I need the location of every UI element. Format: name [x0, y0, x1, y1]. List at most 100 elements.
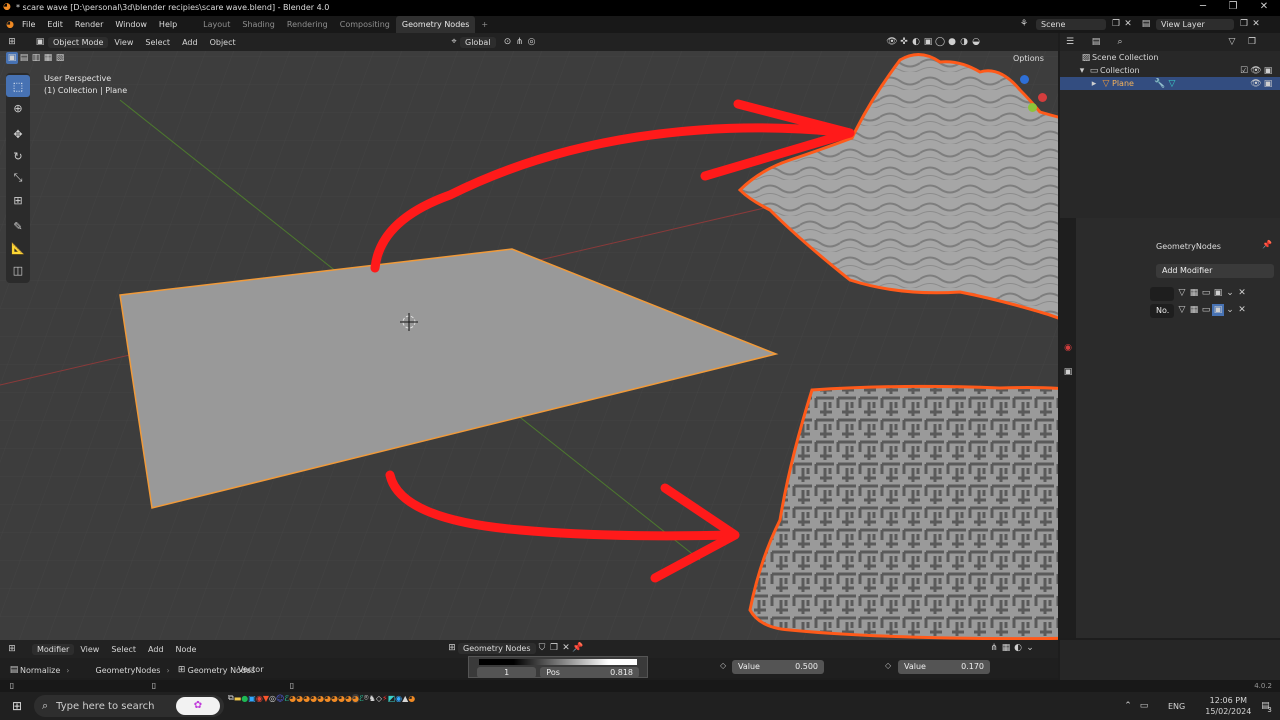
eye-icon[interactable]: 👁: [1250, 65, 1262, 77]
menu-file[interactable]: File: [16, 20, 41, 29]
proportional-edit-icon[interactable]: ◎: [526, 36, 538, 48]
blender-active-taskbar-icon[interactable]: ◕: [352, 693, 359, 703]
close-icon[interactable]: ✕: [1250, 1, 1278, 12]
z-axis-gizmo-icon[interactable]: [1020, 75, 1029, 84]
material-shading-icon[interactable]: ◑: [958, 36, 970, 48]
select-invert-icon[interactable]: ▦: [42, 52, 54, 64]
unlink-icon[interactable]: ✕: [560, 642, 572, 654]
pin-icon[interactable]: 📌: [1262, 240, 1272, 249]
rendered-shading-icon[interactable]: ◒: [970, 36, 982, 48]
add-cube-tool-icon[interactable]: ◫: [6, 259, 30, 281]
node-menu-select[interactable]: Select: [105, 645, 142, 654]
node-group-field-2[interactable]: No.: [1150, 304, 1174, 318]
x-axis-gizmo-icon[interactable]: [1038, 93, 1047, 102]
scene-selector[interactable]: Scene: [1036, 18, 1106, 30]
measure-tool-icon[interactable]: 📐: [6, 237, 30, 259]
camera-icon[interactable]: ▣: [1262, 65, 1274, 77]
texture-tab-icon[interactable]: ▣: [1062, 366, 1074, 378]
value-field-1[interactable]: Value 0.500: [732, 660, 824, 674]
scale-tool-icon[interactable]: ⤡: [6, 167, 30, 189]
viewport-menu-add[interactable]: Add: [176, 38, 204, 47]
editmode-icon[interactable]: ▦: [1188, 287, 1200, 299]
select-tool-icon[interactable]: ⬚: [6, 75, 30, 97]
editmode-icon[interactable]: ▦: [1188, 304, 1200, 316]
editor-type-icon[interactable]: ⊞: [6, 36, 18, 48]
delete-scene-icon[interactable]: ✕: [1122, 18, 1134, 30]
eye-icon[interactable]: 👁: [1250, 78, 1262, 90]
discord-icon[interactable]: ☺: [276, 694, 284, 703]
snap-type-icon[interactable]: ▦: [1000, 642, 1012, 654]
node-tree-selector[interactable]: Geometry Nodes: [458, 642, 536, 654]
tab-layout[interactable]: Layout: [197, 16, 236, 33]
add-modifier-button[interactable]: Add Modifier: [1156, 264, 1274, 278]
blender-taskbar-icon[interactable]: ◕: [289, 694, 296, 703]
checkbox-icon[interactable]: ☑: [1238, 65, 1250, 77]
blender-taskbar-icon[interactable]: ◕: [331, 694, 338, 703]
windows-start-icon[interactable]: ⊞: [4, 693, 30, 719]
select-box-mode-icon[interactable]: ▣: [6, 52, 18, 64]
annotate-tool-icon[interactable]: ✎: [6, 215, 30, 237]
node-editor-canvas[interactable]: ▤ Normalize › GeometryNodes › ⊞ Geometry…: [0, 656, 1058, 678]
node-menu-view[interactable]: View: [74, 645, 105, 654]
blender-taskbar-icon[interactable]: ◕: [408, 694, 415, 703]
delete-view-layer-icon[interactable]: ✕: [1250, 18, 1262, 30]
value-field-2[interactable]: Value 0.170: [898, 660, 990, 674]
tab-rendering[interactable]: Rendering: [281, 16, 334, 33]
fake-user-icon[interactable]: ⛉: [536, 642, 548, 654]
new-view-layer-icon[interactable]: ❐: [1238, 18, 1250, 30]
new-collection-icon[interactable]: ❐: [1246, 36, 1258, 48]
new-scene-icon[interactable]: ❐: [1110, 18, 1122, 30]
overlay-icon[interactable]: ◐: [1012, 642, 1024, 654]
network-icon[interactable]: ▭: [1138, 700, 1150, 712]
chrome-icon[interactable]: ◉: [256, 694, 263, 703]
node-editor-type-icon[interactable]: ⊞: [6, 643, 18, 655]
breadcrumb-item[interactable]: Normalize: [20, 666, 60, 675]
add-workspace-button[interactable]: +: [475, 16, 494, 33]
maximize-icon[interactable]: ❐: [1219, 1, 1247, 12]
snap-icon[interactable]: ⋔: [988, 642, 1000, 654]
navigation-gizmo[interactable]: [1018, 73, 1054, 133]
ramp-pos-field[interactable]: Pos 0.818: [540, 667, 639, 678]
ramp-index-field[interactable]: 1: [477, 667, 537, 678]
select-intersect-icon[interactable]: ▧: [54, 52, 66, 64]
render-toggle-icon[interactable]: ▣: [1212, 287, 1224, 299]
photoshop-icon[interactable]: ▣: [248, 694, 256, 703]
cursor-tool-icon[interactable]: ⊕: [6, 97, 30, 119]
blender-taskbar-icon[interactable]: ◕: [317, 694, 324, 703]
material-tab-icon[interactable]: ◉: [1062, 342, 1074, 354]
filter-icon[interactable]: ▽: [1226, 36, 1238, 48]
close-icon[interactable]: ✕: [1236, 287, 1248, 299]
blender-taskbar-icon[interactable]: ◕: [324, 694, 331, 703]
filter-icon[interactable]: ▽: [1176, 304, 1188, 316]
obs-icon[interactable]: ◎: [269, 694, 276, 703]
copilot-icon[interactable]: ✿: [176, 697, 220, 715]
blender-taskbar-icon[interactable]: ◕: [338, 694, 345, 703]
outliner-item-collection[interactable]: ▾ ▭ Collection ☑ 👁 ▣: [1060, 64, 1280, 77]
blender-taskbar-icon[interactable]: ◕: [303, 694, 310, 703]
minimize-icon[interactable]: ─: [1189, 1, 1217, 12]
xray-icon[interactable]: ▣: [922, 36, 934, 48]
gizmo-icon[interactable]: ✜: [898, 36, 910, 48]
socket-diamond-icon[interactable]: ◇: [885, 661, 891, 670]
app-icon[interactable]: ♞: [369, 694, 376, 703]
expand-icon[interactable]: ▸: [1088, 78, 1100, 90]
y-axis-gizmo-icon[interactable]: [1028, 103, 1037, 112]
menu-render[interactable]: Render: [69, 20, 109, 29]
move-tool-icon[interactable]: ✥: [6, 123, 30, 145]
menu-window[interactable]: Window: [109, 20, 153, 29]
breadcrumb-item[interactable]: GeometryNodes: [96, 666, 161, 675]
visibility-icon[interactable]: 👁: [886, 36, 898, 48]
tab-geometry-nodes[interactable]: Geometry Nodes: [395, 16, 476, 33]
chevron-down-icon[interactable]: ⌄: [1024, 642, 1036, 654]
language-indicator[interactable]: ENG: [1168, 702, 1185, 711]
snap-icon[interactable]: ⋔: [514, 36, 526, 48]
app-icon[interactable]: ◩: [388, 694, 396, 703]
mesh-data-icon[interactable]: ▽: [1166, 78, 1178, 90]
taskbar-search-input[interactable]: ⌕ Type here to search ✿: [34, 695, 224, 717]
pin-icon[interactable]: 📌: [572, 642, 584, 654]
clock[interactable]: 12:06 PM 15/02/2024: [1205, 695, 1251, 717]
select-subtract-icon[interactable]: ▥: [30, 52, 42, 64]
filter-icon[interactable]: ▽: [1176, 287, 1188, 299]
expand-icon[interactable]: ▾: [1076, 65, 1088, 77]
node-menu-node[interactable]: Node: [170, 645, 203, 654]
